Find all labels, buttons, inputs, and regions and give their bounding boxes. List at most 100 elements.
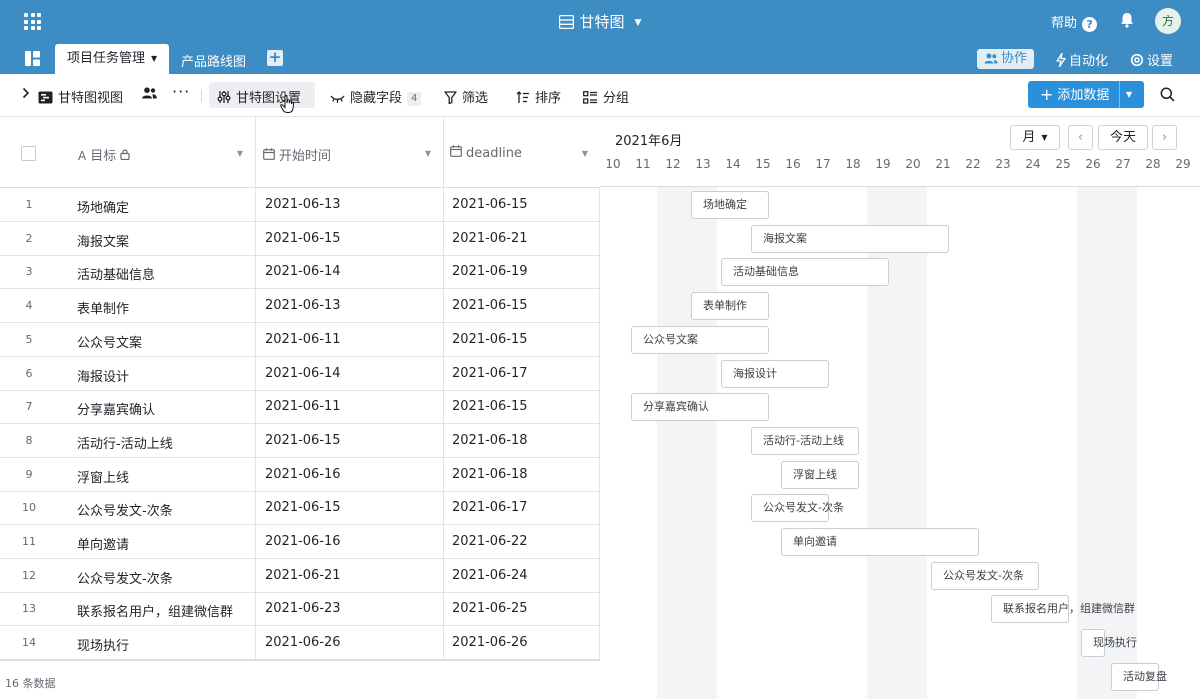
- goal-cell[interactable]: 浮窗上线: [77, 467, 129, 486]
- deadline-cell[interactable]: 2021-06-17: [452, 500, 528, 515]
- deadline-cell[interactable]: 2021-06-25: [452, 601, 528, 616]
- search-icon[interactable]: [1160, 87, 1175, 106]
- goal-cell[interactable]: 公众号发文-次条: [77, 500, 173, 519]
- start-date-cell[interactable]: 2021-06-14: [265, 366, 341, 381]
- table-row[interactable]: 5 公众号文案 2021-06-11 2021-06-15: [0, 323, 600, 357]
- prev-period-button[interactable]: ‹: [1068, 125, 1093, 150]
- deadline-cell[interactable]: 2021-06-15: [452, 298, 528, 313]
- deadline-cell[interactable]: 2021-06-18: [452, 433, 528, 448]
- goal-cell[interactable]: 场地确定: [77, 197, 129, 216]
- start-date-cell[interactable]: 2021-06-14: [265, 264, 341, 279]
- start-date-cell[interactable]: 2021-06-15: [265, 500, 341, 515]
- deadline-cell[interactable]: 2021-06-26: [452, 635, 528, 650]
- more-icon[interactable]: ···: [172, 82, 190, 101]
- bell-icon[interactable]: [1120, 12, 1134, 32]
- deadline-cell[interactable]: 2021-06-22: [452, 534, 528, 549]
- start-date-cell[interactable]: 2021-06-11: [265, 399, 341, 414]
- chevron-down-icon[interactable]: ▼: [635, 18, 642, 28]
- hide-fields-button[interactable]: 隐藏字段 4: [330, 87, 422, 108]
- start-date-cell[interactable]: 2021-06-16: [265, 534, 341, 549]
- table-row[interactable]: 3 活动基础信息 2021-06-14 2021-06-19: [0, 255, 600, 290]
- deadline-cell[interactable]: 2021-06-15: [452, 332, 528, 347]
- app-title[interactable]: 甘特图 ▼: [0, 11, 1200, 33]
- collapse-chevron-icon[interactable]: [22, 87, 30, 103]
- gantt-bar[interactable]: 联系报名用户，组建微信群: [991, 595, 1135, 624]
- settings-button[interactable]: 设置: [1130, 50, 1173, 71]
- gantt-bar[interactable]: 活动基础信息: [721, 258, 889, 287]
- gantt-bar[interactable]: 现场执行: [1081, 629, 1137, 658]
- chevron-down-icon[interactable]: ▼: [237, 149, 243, 158]
- gantt-bar[interactable]: 活动复盘: [1111, 662, 1167, 691]
- select-all-checkbox[interactable]: [21, 146, 36, 161]
- goal-cell[interactable]: 现场执行: [77, 635, 129, 654]
- gantt-bar[interactable]: 公众号文案: [631, 325, 769, 354]
- start-date-cell[interactable]: 2021-06-15: [265, 433, 341, 448]
- start-date-cell[interactable]: 2021-06-26: [265, 635, 341, 650]
- gantt-bar[interactable]: 公众号发文-次条: [751, 494, 844, 523]
- gantt-bar[interactable]: 单向邀请: [781, 528, 979, 556]
- goal-cell[interactable]: 公众号文案: [77, 332, 142, 351]
- start-date-cell[interactable]: 2021-06-13: [265, 197, 341, 212]
- gantt-bar[interactable]: 海报设计: [721, 359, 829, 388]
- gantt-bar[interactable]: 浮窗上线: [781, 460, 859, 489]
- table-row[interactable]: 10 公众号发文-次条 2021-06-15 2021-06-17: [0, 491, 600, 526]
- table-row[interactable]: 14 现场执行 2021-06-26 2021-06-26: [0, 626, 600, 661]
- view-selector[interactable]: 甘特图视图: [38, 87, 123, 108]
- goal-cell[interactable]: 海报设计: [77, 366, 129, 385]
- start-date-cell[interactable]: 2021-06-13: [265, 298, 341, 313]
- chevron-down-icon[interactable]: ▼: [1126, 81, 1132, 108]
- deadline-cell[interactable]: 2021-06-24: [452, 568, 528, 583]
- chevron-down-icon[interactable]: ▼: [151, 54, 157, 63]
- table-row[interactable]: 7 分享嘉宾确认 2021-06-11 2021-06-15: [0, 390, 600, 425]
- automation-button[interactable]: 自动化: [1056, 50, 1108, 71]
- help-button[interactable]: 帮助?: [1051, 12, 1098, 32]
- today-button[interactable]: 今天: [1098, 125, 1148, 150]
- table-row[interactable]: 1 场地确定 2021-06-13 2021-06-15: [0, 188, 600, 222]
- chevron-down-icon[interactable]: ▼: [582, 149, 588, 158]
- filter-button[interactable]: 筛选: [444, 87, 488, 108]
- table-row[interactable]: 13 联系报名用户，组建微信群 2021-06-23 2021-06-25: [0, 592, 600, 627]
- table-row[interactable]: 11 单向邀请 2021-06-16 2021-06-22: [0, 525, 600, 559]
- goal-cell[interactable]: 表单制作: [77, 298, 129, 317]
- goal-cell[interactable]: 活动基础信息: [77, 264, 155, 283]
- table-row[interactable]: 2 海报文案 2021-06-15 2021-06-21: [0, 222, 600, 256]
- avatar[interactable]: 方: [1155, 8, 1181, 34]
- table-row[interactable]: 12 公众号发文-次条 2021-06-21 2021-06-24: [0, 559, 600, 593]
- goal-cell[interactable]: 分享嘉宾确认: [77, 399, 155, 418]
- add-data-button[interactable]: + 添加数据 ▼: [1028, 81, 1144, 108]
- column-header-goal[interactable]: A 目标 ▼: [58, 117, 256, 188]
- deadline-cell[interactable]: 2021-06-21: [452, 231, 528, 246]
- gantt-bar[interactable]: 活动行-活动上线: [751, 426, 859, 455]
- scale-selector[interactable]: 月 ▼: [1010, 125, 1060, 150]
- collab-button[interactable]: 协作: [977, 49, 1035, 69]
- goal-cell[interactable]: 活动行-活动上线: [77, 433, 173, 452]
- start-date-cell[interactable]: 2021-06-16: [265, 467, 341, 482]
- add-tab-button[interactable]: +: [267, 50, 283, 66]
- sort-button[interactable]: 排序: [516, 87, 561, 108]
- members-icon[interactable]: [142, 87, 157, 103]
- table-row[interactable]: 4 表单制作 2021-06-13 2021-06-15: [0, 289, 600, 324]
- tab-product-roadmap[interactable]: 产品路线图: [181, 51, 246, 70]
- table-row[interactable]: 6 海报设计 2021-06-14 2021-06-17: [0, 357, 600, 391]
- deadline-cell[interactable]: 2021-06-17: [452, 366, 528, 381]
- goal-cell[interactable]: 海报文案: [77, 231, 129, 250]
- next-period-button[interactable]: ›: [1152, 125, 1177, 150]
- goal-cell[interactable]: 单向邀请: [77, 534, 129, 553]
- start-date-cell[interactable]: 2021-06-15: [265, 231, 341, 246]
- gantt-bar[interactable]: 表单制作: [691, 292, 769, 321]
- gantt-bar[interactable]: 分享嘉宾确认: [631, 393, 769, 422]
- start-date-cell[interactable]: 2021-06-21: [265, 568, 341, 583]
- tab-project-tasks[interactable]: 项目任务管理 ▼: [55, 44, 169, 74]
- layout-icon[interactable]: [25, 51, 40, 70]
- deadline-cell[interactable]: 2021-06-15: [452, 399, 528, 414]
- deadline-cell[interactable]: 2021-06-15: [452, 197, 528, 212]
- goal-cell[interactable]: 公众号发文-次条: [77, 568, 173, 587]
- gantt-bar[interactable]: 公众号发文-次条: [931, 561, 1039, 590]
- start-date-cell[interactable]: 2021-06-23: [265, 601, 341, 616]
- table-row[interactable]: 8 活动行-活动上线 2021-06-15 2021-06-18: [0, 424, 600, 458]
- column-header-start[interactable]: 开始时间 ▼: [256, 117, 444, 188]
- start-date-cell[interactable]: 2021-06-11: [265, 332, 341, 347]
- deadline-cell[interactable]: 2021-06-18: [452, 467, 528, 482]
- column-header-deadline[interactable]: deadline ▼: [444, 117, 600, 188]
- deadline-cell[interactable]: 2021-06-19: [452, 264, 528, 279]
